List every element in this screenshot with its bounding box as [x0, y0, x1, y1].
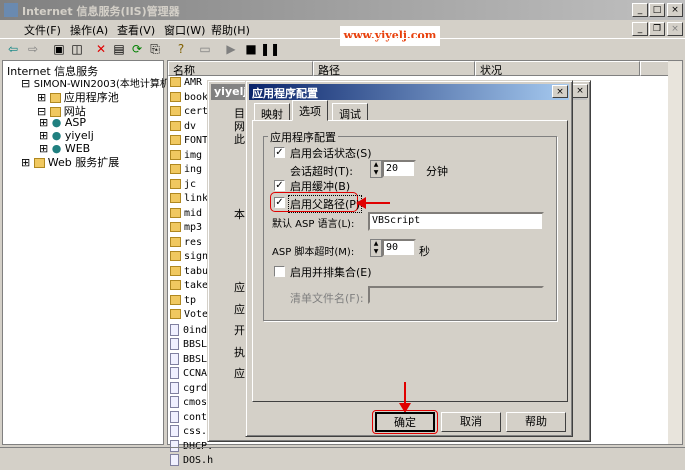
- up-folder-icon[interactable]: ▣: [50, 40, 68, 58]
- column-path[interactable]: 路径: [313, 61, 475, 77]
- tree-item-server[interactable]: ⊟ SIMON-WIN2003(本地计算机): [21, 75, 174, 90]
- folder-icon: [170, 193, 181, 203]
- close-button[interactable]: ×: [667, 3, 683, 17]
- show-tree-icon[interactable]: ◫: [68, 40, 86, 58]
- file-icon: [170, 381, 179, 394]
- tree-item-web-extensions[interactable]: ⊞ Web 服务扩展: [21, 154, 119, 170]
- session-timeout-input[interactable]: 20: [382, 160, 416, 178]
- script-timeout-input[interactable]: 90: [382, 239, 416, 257]
- folder-icon: [170, 222, 181, 232]
- folder-icon: [170, 164, 181, 174]
- start-icon[interactable]: ▶: [222, 40, 240, 58]
- menu-action[interactable]: 操作(A): [70, 22, 108, 38]
- folder-icon: [170, 106, 181, 116]
- tab-options[interactable]: 选项: [292, 100, 328, 121]
- tree-item-yiyelj[interactable]: ⊞ ● yiyelj: [39, 129, 94, 142]
- ok-button[interactable]: 确定: [375, 412, 435, 432]
- forward-icon[interactable]: ⇨: [24, 40, 42, 58]
- refresh-icon[interactable]: ⟳: [128, 40, 146, 58]
- dialog-close-button[interactable]: ×: [552, 85, 568, 98]
- pause-icon[interactable]: ❚❚: [260, 40, 280, 58]
- help-icon[interactable]: ?: [172, 40, 190, 58]
- folder-icon: [170, 77, 181, 87]
- back-dialog-close-button[interactable]: ×: [572, 84, 588, 98]
- child-minimize-button[interactable]: _: [632, 22, 648, 36]
- column-status[interactable]: 状况: [475, 61, 640, 77]
- child-close-button[interactable]: ×: [667, 22, 683, 36]
- tree-item-asp[interactable]: ⊞ ● ASP: [39, 116, 86, 129]
- folder-icon: [170, 280, 181, 290]
- delete-icon[interactable]: ✕: [92, 40, 110, 58]
- cancel-button[interactable]: 取消: [441, 412, 501, 432]
- asp-language-input[interactable]: VBScript: [368, 212, 544, 231]
- folder-icon: [170, 236, 181, 247]
- menu-view[interactable]: 查看(V): [117, 22, 155, 38]
- folder-icon: [170, 178, 181, 189]
- maximize-button[interactable]: □: [649, 3, 665, 17]
- session-timeout-spinner[interactable]: ▲ ▼: [370, 160, 382, 178]
- file-icon: [170, 367, 179, 379]
- toolbar: ⇦ ⇨ ▣ ◫ ✕ ▤ ⟳ ⎘ ? ▭ ▶ ■ ❚❚: [0, 38, 685, 58]
- file-icon: [170, 352, 179, 365]
- dialog-title: 应用程序配置: [249, 84, 569, 100]
- folder-icon: [170, 91, 181, 102]
- file-icon: [170, 410, 179, 423]
- computer-icon[interactable]: ▭: [196, 40, 214, 58]
- menu-help[interactable]: 帮助(H): [211, 22, 250, 38]
- folder-icon: [170, 294, 181, 305]
- parent-paths-checkbox[interactable]: ✓: [274, 197, 285, 208]
- export-icon[interactable]: ⎘: [146, 40, 164, 58]
- back-icon[interactable]: ⇦: [4, 40, 22, 58]
- folder-icon: [170, 309, 181, 319]
- folder-icon: [170, 149, 181, 160]
- folder-icon: [170, 207, 181, 218]
- folder-icon: [170, 265, 181, 276]
- minimize-button[interactable]: _: [632, 3, 648, 17]
- manifest-input[interactable]: [368, 286, 544, 304]
- status-bar: [0, 447, 685, 465]
- window-title: Internet 信息服务(IIS)管理器: [0, 0, 685, 20]
- help-button[interactable]: 帮助: [506, 412, 566, 432]
- stop-icon[interactable]: ■: [242, 40, 260, 58]
- session-state-checkbox[interactable]: ✓: [274, 147, 285, 158]
- tab-mappings[interactable]: 映射: [254, 103, 290, 121]
- column-name[interactable]: 名称: [168, 61, 313, 77]
- folder-icon: [170, 251, 181, 261]
- folder-icon: [170, 120, 181, 131]
- tab-debugging[interactable]: 调试: [332, 103, 368, 121]
- folder-icon: [170, 135, 181, 145]
- child-restore-button[interactable]: ❐: [649, 22, 665, 36]
- script-timeout-spinner[interactable]: ▲ ▼: [370, 239, 382, 257]
- side-by-side-checkbox[interactable]: [274, 266, 285, 277]
- buffering-checkbox[interactable]: ✓: [274, 180, 285, 191]
- file-icon: [170, 396, 179, 408]
- vertical-scrollbar[interactable]: [668, 61, 682, 444]
- menu-file[interactable]: 文件(F): [24, 22, 61, 38]
- file-icon: [170, 338, 179, 350]
- properties-icon[interactable]: ▤: [110, 40, 128, 58]
- file-icon: [170, 323, 179, 336]
- tree-pane: Internet 信息服务 ⊟ SIMON-WIN2003(本地计算机) ⊞ 应…: [2, 60, 174, 445]
- menu-window[interactable]: 窗口(W): [164, 22, 205, 38]
- app-config-dialog: 应用程序配置 × 映射 选项 调试 应用程序配置 ✓ 启用会话状态(S) 会话超…: [245, 80, 573, 437]
- iis-app-icon: [4, 3, 18, 17]
- file-icon: [170, 425, 179, 437]
